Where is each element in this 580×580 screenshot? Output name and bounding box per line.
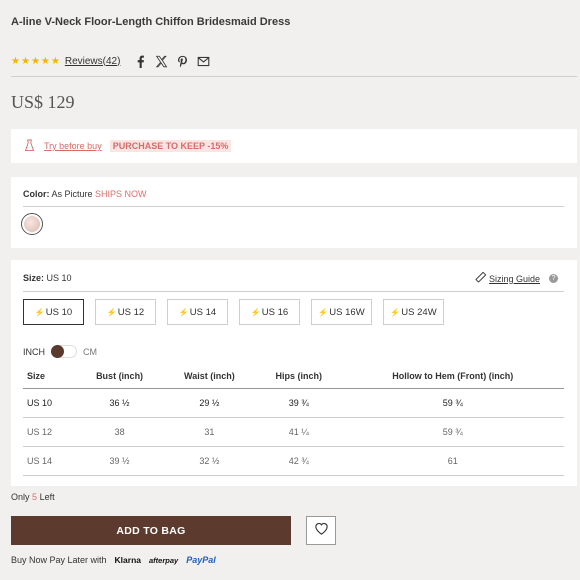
sizing-guide-label: Sizing Guide — [489, 273, 541, 284]
table-cell: 59 ¾ — [341, 388, 564, 418]
help-icon[interactable]: ? — [549, 274, 559, 283]
size-label: Size: — [23, 273, 45, 283]
try-before-buy-card: Try before buy PURCHASE TO KEEP -15% — [11, 129, 577, 163]
stock-status: Only 5 Left — [11, 492, 55, 502]
divider — [11, 76, 577, 77]
toggle-knob — [51, 345, 64, 358]
size-option-us16w[interactable]: ⚡ US 16W — [311, 299, 372, 325]
cm-label: CM — [83, 346, 97, 357]
afterpay-logo: afterpay — [149, 555, 179, 565]
size-option-us16[interactable]: ⚡ US 16 — [239, 299, 300, 325]
stock-suffix: Left — [39, 492, 55, 502]
add-to-bag-button[interactable]: ADD TO BAG — [11, 516, 291, 545]
table-cell: 59 ¾ — [341, 417, 564, 447]
ships-now-badge: SHIPS NOW — [95, 189, 147, 199]
size-option-us14[interactable]: ⚡ US 14 — [167, 299, 228, 325]
size-option-us12[interactable]: ⚡ US 12 — [95, 299, 156, 325]
unit-toggle[interactable] — [51, 345, 77, 358]
heart-icon — [314, 521, 329, 541]
table-cell: 31 — [162, 417, 256, 447]
star-icon: ★ — [30, 55, 40, 67]
inch-label: INCH — [23, 346, 45, 357]
bolt-icon: ⚡ — [250, 307, 261, 317]
ruler-icon — [475, 271, 487, 285]
star-icon: ★ — [20, 55, 30, 67]
col-size: Size — [23, 364, 77, 389]
product-title: A-line V-Neck Floor-Length Chiffon Bride… — [11, 16, 291, 28]
table-row: US 14 39 ½ 32 ½ 42 ¾ 61 — [23, 446, 564, 476]
x-icon[interactable] — [155, 55, 168, 68]
email-icon[interactable] — [197, 55, 210, 68]
table-row: US 12 38 31 41 ¼ 59 ¾ — [23, 417, 564, 447]
col-hips: Hips (inch) — [255, 364, 342, 389]
table-cell: 38 — [76, 417, 163, 447]
col-waist: Waist (inch) — [162, 364, 256, 389]
divider — [23, 206, 564, 207]
bolt-icon: ⚡ — [106, 307, 117, 317]
unit-toggle-row: INCH CM — [23, 345, 97, 358]
bolt-icon: ⚡ — [34, 307, 45, 317]
product-price: US$ 129 — [11, 92, 75, 112]
divider — [23, 291, 564, 292]
table-header-row: Size Bust (inch) Waist (inch) Hips (inch… — [23, 364, 564, 389]
color-swatch-as-picture[interactable] — [21, 213, 43, 235]
stock-prefix: Only — [11, 492, 30, 502]
color-value: As Picture — [51, 189, 93, 199]
wishlist-button[interactable] — [306, 516, 336, 545]
color-card: Color: As Picture SHIPS NOW — [11, 177, 577, 248]
star-icon: ★ — [11, 55, 20, 67]
swatch-image — [24, 216, 40, 232]
table-cell: 29 ½ — [162, 388, 256, 418]
table-cell: 39 ½ — [76, 446, 163, 476]
color-label-row: Color: As Picture SHIPS NOW — [23, 189, 147, 199]
size-option-us24w[interactable]: ⚡ US 24W — [383, 299, 444, 325]
table-cell: US 12 — [23, 417, 77, 447]
stock-count: 5 — [32, 492, 38, 502]
table-cell: 36 ½ — [76, 388, 163, 418]
table-cell: 39 ¾ — [255, 388, 342, 418]
table-cell: 61 — [341, 446, 564, 476]
table-row: US 10 36 ½ 29 ½ 39 ¾ 59 ¾ — [23, 388, 564, 418]
size-option-us10[interactable]: ⚡ US 10 — [23, 299, 84, 325]
purchase-to-keep-badge: PURCHASE TO KEEP -15% — [109, 140, 232, 152]
col-hollow-to-hem: Hollow to Hem (Front) (inch) — [341, 364, 564, 389]
rating-row: ★ ★ ★ ★ ★ Reviews(42) — [11, 53, 210, 69]
klarna-logo: Klarna — [114, 555, 142, 565]
star-icon: ★ — [40, 55, 50, 67]
table-cell: 32 ½ — [162, 446, 256, 476]
size-chart-table: Size Bust (inch) Waist (inch) Hips (inch… — [23, 364, 564, 476]
table-cell: 41 ¼ — [255, 417, 342, 447]
size-value: US 10 — [46, 273, 72, 283]
bolt-icon: ⚡ — [318, 307, 329, 317]
table-cell: US 14 — [23, 446, 77, 476]
paypal-logo: PayPal — [186, 555, 216, 565]
sizing-guide-link[interactable]: Sizing Guide ? — [475, 271, 559, 285]
table-cell: 42 ¾ — [255, 446, 342, 476]
bolt-icon: ⚡ — [390, 307, 401, 317]
color-label: Color: — [23, 189, 50, 199]
table-cell: US 10 — [23, 388, 77, 418]
reviews-link[interactable]: Reviews(42) — [65, 56, 121, 67]
share-icons — [134, 55, 210, 68]
col-bust: Bust (inch) — [76, 364, 163, 389]
try-before-buy-link[interactable]: Try before buy — [44, 141, 102, 151]
bolt-icon: ⚡ — [178, 307, 189, 317]
bnpl-row: Buy Now Pay Later with Klarna afterpay P… — [11, 555, 216, 565]
star-icon: ★ — [50, 55, 60, 67]
dress-icon — [24, 139, 35, 154]
pinterest-icon[interactable] — [176, 55, 189, 68]
bnpl-label: Buy Now Pay Later with — [11, 555, 107, 565]
star-rating: ★ ★ ★ ★ ★ — [11, 56, 60, 67]
facebook-icon[interactable] — [134, 55, 147, 68]
size-label-row: Size: US 10 — [23, 273, 72, 283]
